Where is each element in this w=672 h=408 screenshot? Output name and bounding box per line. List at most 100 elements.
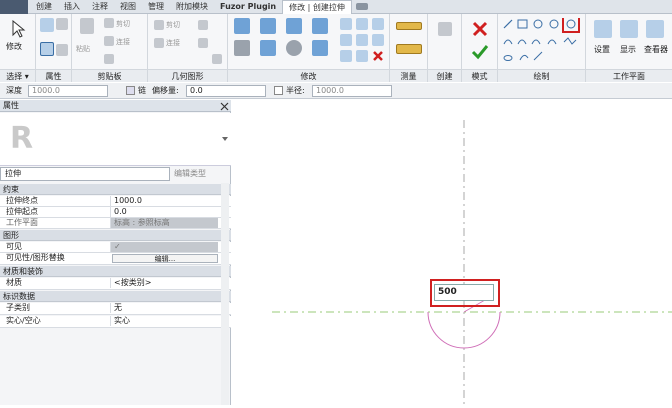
copy-element-icon[interactable]: [260, 40, 276, 56]
join-geometry-label: 连接: [166, 39, 180, 47]
demolish-icon[interactable]: [212, 54, 222, 64]
property-row[interactable]: 实心/空心 实心: [0, 316, 231, 328]
scale-icon[interactable]: [356, 34, 368, 46]
pin-icon[interactable]: [372, 18, 384, 30]
offset-icon[interactable]: [260, 18, 276, 34]
finish-edit-mode-icon[interactable]: [471, 44, 489, 60]
property-value[interactable]: 无: [110, 303, 218, 313]
drawing-canvas[interactable]: [232, 100, 672, 405]
section-graphics[interactable]: 图形⌃: [0, 230, 231, 241]
tab-fuzor-plugin[interactable]: Fuzor Plugin: [214, 0, 282, 14]
property-row[interactable]: 可见性/图形替换 编辑...: [0, 253, 231, 265]
unpin-icon[interactable]: [372, 34, 384, 46]
group-label-modify: 修改: [228, 69, 389, 82]
trim-single-icon[interactable]: [340, 50, 352, 62]
section-materials-label: 材质和装饰: [3, 267, 43, 276]
mirror-draw-axis-icon[interactable]: [312, 18, 328, 34]
set-workplane-label[interactable]: 设置: [594, 44, 610, 55]
properties-icon[interactable]: [40, 18, 54, 32]
close-icon[interactable]: [220, 102, 229, 111]
properties-title: 属性: [0, 100, 231, 112]
ribbon-group-properties: 属性: [36, 14, 72, 82]
set-workplane-icon[interactable]: [594, 20, 612, 38]
type-selector[interactable]: 拉伸: [0, 167, 170, 181]
tab-annotate[interactable]: 注释: [86, 0, 114, 14]
chain-label: 链: [138, 86, 146, 95]
array-icon[interactable]: [340, 34, 352, 46]
rotate-icon[interactable]: [286, 40, 302, 56]
split-element-icon[interactable]: [340, 18, 352, 30]
radius-input[interactable]: 1000.0: [312, 85, 392, 97]
delete-icon[interactable]: [371, 49, 385, 63]
revit-logo-icon: R: [10, 121, 34, 156]
section-constraints[interactable]: 约束⌃: [0, 184, 231, 195]
cursor-arrow-icon: [12, 20, 26, 38]
visible-checkbox[interactable]: ✓: [110, 242, 218, 252]
move-icon[interactable]: [234, 40, 250, 56]
trim-extend-corner-icon[interactable]: [312, 40, 328, 56]
property-value[interactable]: 0.0: [110, 207, 218, 217]
edit-type-button[interactable]: 编辑类型: [174, 167, 206, 181]
chain-checkbox[interactable]: [126, 86, 135, 95]
cut-label: 剪切: [116, 20, 130, 28]
group-label-draw: 绘制: [498, 69, 585, 82]
trim-multiple-icon[interactable]: [356, 50, 368, 62]
properties-scrollbar[interactable]: [221, 183, 229, 405]
type-properties-icon[interactable]: [56, 18, 68, 30]
tab-insert[interactable]: 插入: [58, 0, 86, 14]
workplane-viewer-label[interactable]: 查看器: [644, 44, 668, 55]
cut-geometry-icon[interactable]: [154, 20, 164, 30]
radius-checkbox[interactable]: [274, 86, 283, 95]
cancel-edit-mode-icon[interactable]: [471, 20, 489, 38]
ribbon-group-mode: 模式: [462, 14, 498, 82]
tab-modify-create-extrusion[interactable]: 修改 | 创建拉伸: [282, 0, 352, 15]
tab-addins[interactable]: 附加模块: [170, 0, 214, 14]
application-menu-button[interactable]: [0, 0, 28, 14]
property-row[interactable]: 子类别 无: [0, 303, 231, 315]
tab-create[interactable]: 创建: [30, 0, 58, 14]
workplane-viewer-icon[interactable]: [646, 20, 664, 38]
depth-input[interactable]: 1000.0: [28, 85, 108, 97]
property-row[interactable]: 拉伸起点 0.0: [0, 207, 231, 218]
section-identity-data[interactable]: 标识数据⌃: [0, 291, 231, 302]
radius-dimension-input[interactable]: 500: [434, 284, 494, 301]
ribbon-group-geometry: 剪切 连接 几何图形: [148, 14, 228, 82]
match-properties-icon[interactable]: [104, 54, 114, 64]
chevron-down-icon[interactable]: [222, 137, 228, 142]
property-value[interactable]: 实心: [110, 316, 218, 326]
paint-icon[interactable]: [198, 38, 208, 48]
family-category-icon[interactable]: [56, 44, 68, 56]
tab-view[interactable]: 视图: [114, 0, 142, 14]
dimension-icon[interactable]: [396, 44, 422, 54]
mirror-pick-axis-icon[interactable]: [286, 18, 302, 34]
create-similar-icon[interactable]: [438, 22, 452, 36]
measure-icon[interactable]: [396, 22, 422, 30]
family-types-icon[interactable]: [40, 42, 54, 56]
show-workplane-label[interactable]: 显示: [620, 44, 636, 55]
align-icon[interactable]: [234, 18, 250, 34]
split-gap-icon[interactable]: [356, 18, 368, 30]
paste-icon[interactable]: [80, 18, 94, 34]
property-value[interactable]: <按类别>: [110, 278, 218, 288]
property-row[interactable]: 拉伸终点 1000.0: [0, 196, 231, 207]
show-workplane-icon[interactable]: [620, 20, 638, 38]
join-geometry-icon[interactable]: [154, 38, 164, 48]
options-bar: 深度 1000.0 链 偏移量: 0.0 半径: 1000.0: [0, 83, 672, 99]
group-label-select[interactable]: 选择 ▾: [0, 69, 35, 82]
ribbon-group-draw: 绘制: [498, 14, 586, 82]
visibility-edit-button[interactable]: 编辑...: [112, 254, 218, 263]
ribbon-minimize-toggle[interactable]: [352, 0, 372, 14]
cut-icon[interactable]: [104, 18, 114, 28]
split-face-icon[interactable]: [198, 20, 208, 30]
tab-manage[interactable]: 管理: [142, 0, 170, 14]
section-identity-label: 标识数据: [3, 292, 35, 301]
property-row[interactable]: 可见 ✓: [0, 242, 231, 253]
property-row[interactable]: 材质 <按类别>: [0, 278, 231, 290]
property-value[interactable]: 1000.0: [110, 196, 218, 206]
group-label-mode: 模式: [462, 69, 497, 82]
group-label-workplane: 工作平面: [586, 69, 672, 82]
offset-input[interactable]: 0.0: [186, 85, 266, 97]
section-materials[interactable]: 材质和装饰⌃: [0, 266, 231, 277]
modify-button-label[interactable]: 修改: [6, 41, 22, 52]
copy-icon[interactable]: [104, 36, 114, 46]
